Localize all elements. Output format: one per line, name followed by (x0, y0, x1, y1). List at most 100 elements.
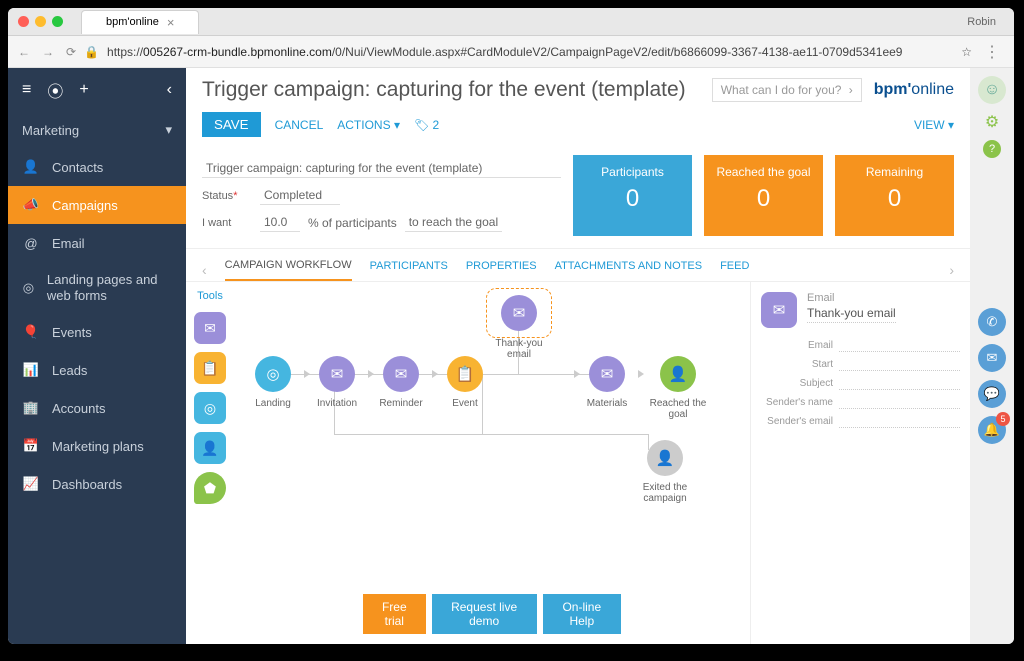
forward-icon[interactable]: → (42, 45, 54, 59)
collapse-icon[interactable]: ‹ (167, 81, 172, 99)
help-icon[interactable]: ? (983, 140, 1001, 158)
logo: bpm'online (874, 81, 954, 99)
at-icon: @ (22, 234, 40, 252)
tabs-scroll-left[interactable]: ‹ (202, 262, 207, 278)
bookmark-icon[interactable]: ☆ (961, 45, 972, 59)
campaign-name-field[interactable]: Trigger campaign: capturing for the even… (202, 159, 561, 178)
person-icon: 👤 (22, 158, 40, 176)
node-materials[interactable]: ✉Materials (578, 356, 636, 409)
sidebar-item-leads[interactable]: 📊Leads (8, 351, 186, 389)
status-field[interactable]: Completed (260, 186, 340, 205)
cancel-button[interactable]: CANCEL (275, 118, 324, 132)
tool-goal[interactable]: ⬟ (194, 472, 226, 504)
goal-field[interactable]: to reach the goal (405, 213, 502, 232)
address-bar: ← → ⟳ 🔒 https://005267-crm-bundle.bpmonl… (8, 36, 1014, 68)
chat-icon[interactable]: 💬 (978, 380, 1006, 408)
details-panel: ✉ Email Thank-you email Email Start Subj… (750, 282, 970, 644)
node-event[interactable]: 📋Event (436, 356, 494, 409)
tag-button[interactable]: 🏷 2 (414, 118, 439, 132)
details-title[interactable]: Thank-you email (807, 306, 896, 323)
online-help-button[interactable]: On-line Help (543, 594, 621, 634)
stat-remaining[interactable]: Remaining0 (835, 155, 954, 236)
chevron-right-icon: › (849, 83, 853, 97)
field-start[interactable] (839, 357, 960, 371)
node-invitation[interactable]: ✉Invitation (308, 356, 366, 409)
tool-email[interactable]: ✉ (194, 312, 226, 344)
tab-title: bpm'online (106, 16, 159, 28)
phone-icon[interactable]: ✆ (978, 308, 1006, 336)
node-exited[interactable]: 👤Exited the campaign (620, 440, 710, 504)
workflow-canvas[interactable]: ◎Landing ✉Invitation ✉Reminder 📋Event ✉T… (234, 282, 750, 644)
node-landing[interactable]: ◎Landing (244, 356, 302, 409)
calendar-icon: 📅 (22, 437, 40, 455)
tab-workflow[interactable]: CAMPAIGN WORKFLOW (225, 259, 352, 281)
status-label: Status* (202, 190, 252, 202)
sidebar-item-dashboards[interactable]: 📈Dashboards (8, 465, 186, 503)
sidebar-item-landing[interactable]: ◎Landing pages and web forms (8, 262, 186, 313)
tab-feed[interactable]: FEED (720, 260, 749, 280)
percent-field[interactable]: 10.0 (260, 213, 300, 232)
browser-tab[interactable]: bpm'online × (81, 10, 199, 34)
browser-profile[interactable]: Robin (967, 16, 1004, 28)
field-sender-name[interactable] (839, 395, 960, 409)
page-title: Trigger campaign: capturing for the even… (202, 78, 686, 102)
tab-close-icon[interactable]: × (167, 15, 175, 30)
free-trial-button[interactable]: Free trial (363, 594, 426, 634)
url-field[interactable]: https://005267-crm-bundle.bpmonline.com/… (107, 45, 953, 59)
back-icon[interactable]: ← (18, 45, 30, 59)
reload-icon[interactable]: ⟳ (66, 45, 76, 59)
stat-participants[interactable]: Participants0 (573, 155, 692, 236)
chart-icon: 📈 (22, 475, 40, 493)
notifications-icon[interactable]: 🔔5 (978, 416, 1006, 444)
sidebar-item-accounts[interactable]: 🏢Accounts (8, 389, 186, 427)
close-window[interactable] (18, 16, 29, 27)
maximize-window[interactable] (52, 16, 63, 27)
field-subject[interactable] (839, 376, 960, 390)
sidebar-item-email[interactable]: @Email (8, 224, 186, 262)
target-icon: ◎ (22, 279, 35, 297)
tabs-scroll-right[interactable]: › (949, 262, 954, 278)
tab-participants[interactable]: PARTICIPANTS (370, 260, 448, 280)
menu-icon[interactable]: ≡ (22, 81, 31, 99)
node-reminder[interactable]: ✉Reminder (372, 356, 430, 409)
field-sender-email[interactable] (839, 414, 960, 428)
tool-event[interactable]: 📋 (194, 352, 226, 384)
view-menu[interactable]: VIEW ▾ (914, 118, 954, 132)
window-titlebar: bpm'online × Robin (8, 8, 1014, 36)
mail-icon[interactable]: ✉ (978, 344, 1006, 372)
node-thankyou[interactable]: ✉Thank-you email (490, 292, 548, 360)
actions-menu[interactable]: ACTIONS ▾ (337, 118, 400, 132)
balloon-icon: 🎈 (22, 323, 40, 341)
node-reached[interactable]: 👤Reached the goal (642, 356, 714, 420)
request-demo-button[interactable]: Request live demo (432, 594, 537, 634)
save-button[interactable]: SAVE (202, 112, 261, 137)
tab-properties[interactable]: PROPERTIES (466, 260, 537, 280)
lock-icon: 🔒 (84, 45, 99, 59)
percent-label: % of participants (308, 216, 397, 230)
search-input[interactable]: What can I do for you? › (712, 78, 862, 102)
sidebar-item-campaigns[interactable]: 📣Campaigns (8, 186, 186, 224)
email-icon: ✉ (761, 292, 797, 328)
tools-palette: Tools ✉ 📋 ◎ 👤 ⬟ (186, 282, 234, 644)
chevron-down-icon: ▾ (165, 122, 172, 138)
footer-buttons: Free trial Request live demo On-line Hel… (363, 594, 621, 634)
sidebar-item-plans[interactable]: 📅Marketing plans (8, 427, 186, 465)
tab-attachments[interactable]: ATTACHMENTS AND NOTES (555, 260, 703, 280)
tool-audience[interactable]: 👤 (194, 432, 226, 464)
tool-target[interactable]: ◎ (194, 392, 226, 424)
run-icon[interactable]: ⦿ (47, 78, 63, 102)
sidebar: ≡ ⦿ + ‹ Marketing ▾ 👤Contacts 📣Campaigns… (8, 68, 186, 644)
menu-icon[interactable]: ⋮ (980, 42, 1004, 62)
settings-icon[interactable]: ⚙ (985, 112, 999, 132)
sidebar-item-contacts[interactable]: 👤Contacts (8, 148, 186, 186)
tools-label: Tools (197, 290, 223, 302)
user-avatar[interactable]: ☺ (978, 76, 1006, 104)
sidebar-item-events[interactable]: 🎈Events (8, 313, 186, 351)
minimize-window[interactable] (35, 16, 46, 27)
section-selector[interactable]: Marketing ▾ (8, 112, 186, 148)
window-controls[interactable] (18, 16, 63, 27)
stat-reached[interactable]: Reached the goal0 (704, 155, 823, 236)
field-email[interactable] (839, 338, 960, 352)
iwant-label: I want (202, 217, 252, 229)
add-icon[interactable]: + (79, 81, 88, 99)
